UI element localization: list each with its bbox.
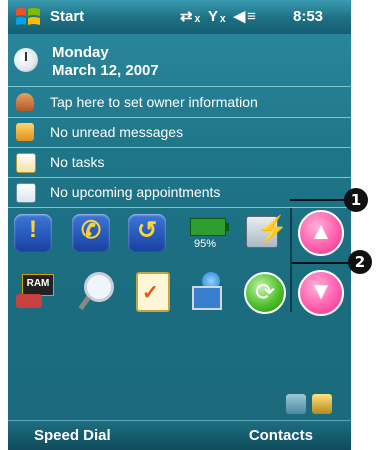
scroll-up-button[interactable]: ▲ <box>298 210 344 256</box>
battery-level-bar <box>190 218 229 236</box>
sync-globe-icon[interactable] <box>188 272 226 310</box>
no-signal-icon[interactable]: Yₓ <box>208 8 228 25</box>
volume-icon[interactable]: ◀≡ <box>234 8 258 25</box>
clock-icon <box>14 48 38 72</box>
title-label[interactable]: Start <box>50 8 84 25</box>
clock[interactable]: 8:53 <box>293 8 323 25</box>
owner-text: Tap here to set owner information <box>50 94 258 110</box>
callout-2: 2 <box>348 250 372 274</box>
search-icon[interactable] <box>78 272 114 312</box>
callout-1: 1 <box>344 188 368 212</box>
calendar-icon <box>16 183 36 203</box>
date-row[interactable]: Monday March 12, 2007 <box>8 40 351 87</box>
device-tray-icon[interactable] <box>286 394 306 414</box>
tasks-text: No tasks <box>50 154 105 170</box>
arrow-down-icon: ▼ <box>309 278 333 305</box>
arrow-up-icon: ▲ <box>309 218 333 245</box>
ram-label: RAM <box>26 278 50 289</box>
owner-icon <box>16 93 34 111</box>
divider <box>290 208 292 312</box>
callout-2-line <box>292 262 348 264</box>
owner-row[interactable]: Tap here to set owner information <box>8 88 351 118</box>
tasks-row[interactable]: No tasks <box>8 148 351 178</box>
scroll-down-button[interactable]: ▼ <box>298 270 344 316</box>
day-label: Monday <box>52 44 109 61</box>
phone-alert-icon[interactable]: ! <box>14 214 52 252</box>
memory-ram-icon[interactable]: RAM <box>16 272 56 310</box>
tasks-clipboard-icon[interactable]: ✓ <box>136 272 170 312</box>
appointments-row[interactable]: No upcoming appointments <box>8 178 351 208</box>
callout-1-line <box>290 199 344 201</box>
tasks-icon <box>16 153 36 173</box>
softkey-bar: Speed Dial Contacts <box>8 420 351 450</box>
windows-start-icon[interactable] <box>14 5 42 29</box>
title-bar: Start ⇄ₓ Yₓ ◀≡ 8:53 <box>8 0 351 34</box>
mail-icon <box>16 123 34 141</box>
contacts-softkey[interactable]: Contacts <box>249 427 313 444</box>
activesync-tray-icon[interactable] <box>312 394 332 414</box>
connectivity-icon[interactable]: ⇄ₓ <box>180 8 202 25</box>
messages-text: No unread messages <box>50 124 184 140</box>
system-tray <box>8 390 351 420</box>
status-icons[interactable]: ⇄ₓ Yₓ ◀≡ <box>180 7 258 25</box>
power-settings-icon[interactable]: ⚡ <box>246 212 288 248</box>
pda-screen: Start ⇄ₓ Yₓ ◀≡ 8:53 Monday March 12, 200… <box>8 0 351 450</box>
phone-call-icon[interactable]: ✆ <box>72 214 110 252</box>
refresh-icon[interactable]: ⟳ <box>244 272 286 314</box>
date-label: March 12, 2007 <box>52 62 159 79</box>
phone-redial-icon[interactable]: ↺ <box>128 214 166 252</box>
appointments-text: No upcoming appointments <box>50 184 221 200</box>
battery-icon[interactable]: 95% <box>190 218 230 254</box>
speed-dial-softkey[interactable]: Speed Dial <box>34 427 111 444</box>
messages-row[interactable]: No unread messages <box>8 118 351 148</box>
battery-percent: 95% <box>194 238 217 250</box>
